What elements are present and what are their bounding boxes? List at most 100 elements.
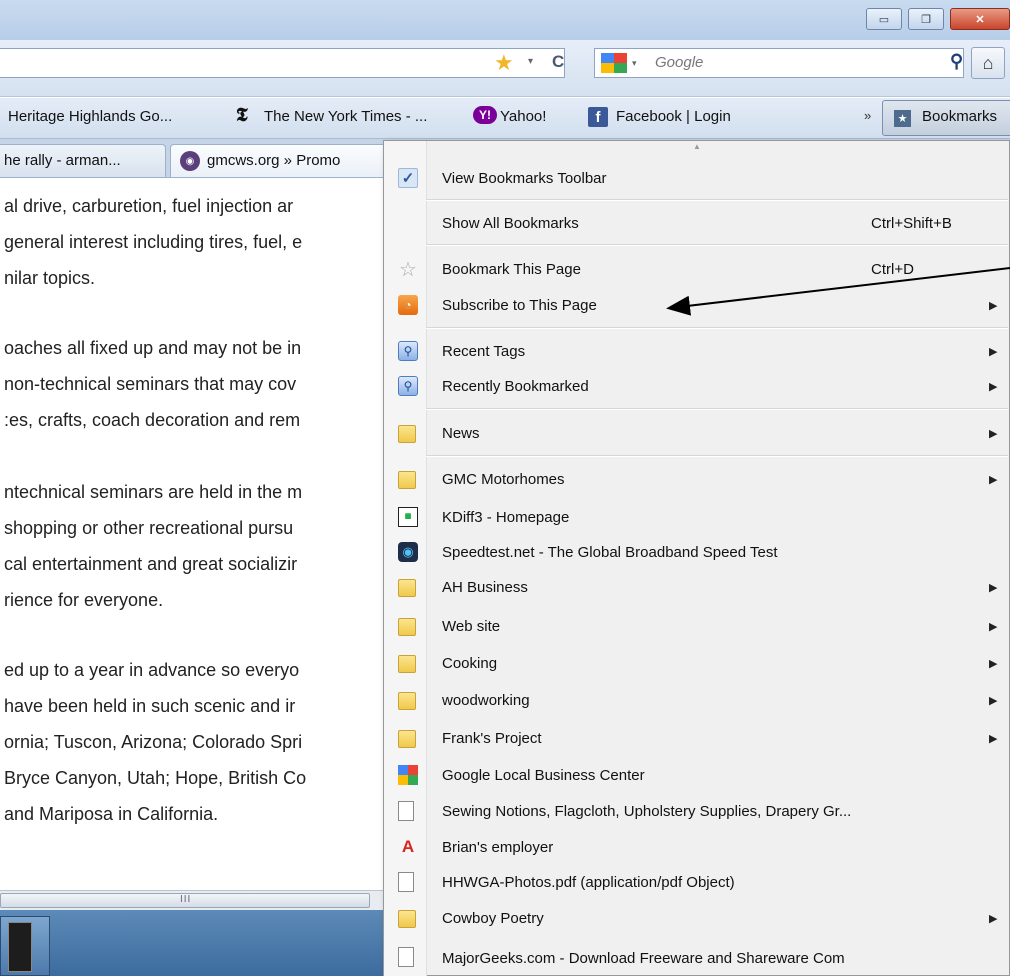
- menu-item-label: Bookmark This Page: [442, 261, 581, 278]
- menu-item-label: KDiff3 - Homepage: [442, 509, 570, 526]
- menu-item-gmc-motorhomes[interactable]: GMC Motorhomes ▶: [384, 462, 1009, 497]
- close-button[interactable]: ✕: [950, 8, 1010, 30]
- content-line: cal entertainment and great socializir: [4, 554, 298, 574]
- menu-separator: [426, 327, 1008, 329]
- page-icon: [398, 801, 414, 821]
- menu-item-google-local[interactable]: Google Local Business Center: [384, 758, 1009, 793]
- menu-item-ah-business[interactable]: AH Business ▶: [384, 570, 1009, 605]
- folder-icon: [398, 471, 416, 489]
- menu-separator: [426, 455, 1008, 457]
- submenu-arrow-icon: ▶: [989, 582, 998, 594]
- bookmark-facebook[interactable]: Facebook | Login: [616, 108, 731, 125]
- submenu-arrow-icon: ▶: [989, 658, 998, 670]
- bookmark-yahoo[interactable]: Yahoo!: [500, 108, 546, 125]
- menu-item-label: Cowboy Poetry: [442, 910, 544, 927]
- tab-gmcws-label: gmcws.org » Promo: [207, 152, 341, 169]
- folder-icon: [398, 910, 416, 928]
- content-line: oaches all fixed up and may not be in: [4, 338, 302, 358]
- menu-item-label: HHWGA-Photos.pdf (application/pdf Object…: [442, 874, 735, 891]
- tag-icon: ⚲: [398, 376, 418, 396]
- check-icon: ✓: [398, 168, 418, 188]
- home-button[interactable]: ⌂: [971, 47, 1005, 79]
- menu-item-label: Frank's Project: [442, 730, 542, 747]
- star-outline-icon: ☆: [399, 258, 417, 281]
- menu-item-news[interactable]: News ▶: [384, 416, 1009, 451]
- content-line: and Mariposa in California.: [4, 804, 219, 824]
- folder-icon: [398, 692, 416, 710]
- menu-item-label: GMC Motorhomes: [442, 471, 565, 488]
- submenu-arrow-icon: ▶: [989, 621, 998, 633]
- menu-item-cowboy-poetry[interactable]: Cowboy Poetry ▶: [384, 901, 1009, 936]
- facebook-icon: f: [588, 107, 608, 127]
- bookmark-new-york-times[interactable]: The New York Times - ...: [264, 108, 427, 125]
- yahoo-icon: Y!: [473, 106, 497, 124]
- content-line: have been held in such scenic and ir: [4, 696, 296, 716]
- window-title-bar: [0, 0, 1010, 40]
- menu-item-franks-project[interactable]: Frank's Project ▶: [384, 721, 1009, 756]
- tab-rally-label: he rally - arman...: [4, 152, 121, 169]
- content-line: shopping or other recreational pursu: [4, 518, 294, 538]
- google-engine-icon[interactable]: [601, 53, 627, 73]
- menu-item-speedtest[interactable]: ◉ Speedtest.net - The Global Broadband S…: [384, 535, 1009, 570]
- menu-separator: [426, 199, 1008, 201]
- submenu-arrow-icon: ▶: [989, 428, 998, 440]
- menu-item-label: MajorGeeks.com - Download Freeware and S…: [442, 950, 845, 967]
- menu-item-label: News: [442, 425, 480, 442]
- bookmark-heritage-highlands[interactable]: Heritage Highlands Go...: [8, 108, 172, 125]
- nyt-logo-icon: 𝕿: [236, 104, 248, 126]
- menu-item-label: woodworking: [442, 692, 530, 709]
- chevron-down-icon[interactable]: ▾: [528, 56, 533, 67]
- bookmark-star-icon[interactable]: ★: [494, 50, 514, 76]
- search-engine-dropdown-icon[interactable]: ▾: [632, 58, 637, 69]
- search-icon[interactable]: ⚲: [950, 51, 963, 72]
- tag-icon: ⚲: [398, 341, 418, 361]
- submenu-arrow-icon: ▶: [989, 733, 998, 745]
- menu-item-label: Google Local Business Center: [442, 767, 645, 784]
- content-line: Bryce Canyon, Utah; Hope, British Co: [4, 768, 307, 788]
- page-icon: [398, 872, 414, 892]
- menu-item-label: Show All Bookmarks: [442, 215, 579, 232]
- menu-item-hhwga-photos[interactable]: HHWGA-Photos.pdf (application/pdf Object…: [384, 865, 1009, 900]
- submenu-arrow-icon: ▶: [989, 695, 998, 707]
- folder-icon: [398, 579, 416, 597]
- menu-item-sewing-notions[interactable]: Sewing Notions, Flagcloth, Upholstery Su…: [384, 794, 1009, 829]
- menu-item-recently-bookmarked[interactable]: ⚲ Recently Bookmarked ▶: [384, 369, 1009, 404]
- menu-item-kdiff3[interactable]: ▦ KDiff3 - Homepage: [384, 500, 1009, 535]
- scrollbar-grip: III: [180, 894, 192, 905]
- menu-item-web-site[interactable]: Web site ▶: [384, 609, 1009, 644]
- annotation-arrow: [666, 267, 1010, 316]
- url-bar[interactable]: [0, 48, 565, 78]
- menu-item-majorgeeks[interactable]: MajorGeeks.com - Download Freeware and S…: [384, 940, 1009, 976]
- menu-item-woodworking[interactable]: woodworking ▶: [384, 683, 1009, 718]
- minimize-button[interactable]: ▭: [866, 8, 902, 30]
- folder-icon: [398, 425, 416, 443]
- menu-item-brians-employer[interactable]: A Brian's employer: [384, 830, 1009, 865]
- search-input[interactable]: [594, 48, 964, 78]
- reload-icon[interactable]: C: [552, 52, 564, 72]
- content-line: general interest including tires, fuel, …: [4, 232, 303, 252]
- submenu-arrow-icon: ▶: [989, 381, 998, 393]
- overflow-chevron-icon[interactable]: »: [864, 108, 871, 123]
- menu-item-label: AH Business: [442, 579, 528, 596]
- menu-item-view-bookmarks-toolbar[interactable]: ✓ View Bookmarks Toolbar: [384, 161, 1009, 196]
- menu-separator: [426, 244, 1008, 246]
- menu-scroll-up-icon[interactable]: ▲: [693, 142, 701, 151]
- folder-icon: [398, 618, 416, 636]
- adobe-icon: A: [401, 837, 415, 856]
- menu-item-recent-tags[interactable]: ⚲ Recent Tags ▶: [384, 334, 1009, 369]
- bookmarks-star-icon: ★: [894, 110, 911, 127]
- menu-item-label: View Bookmarks Toolbar: [442, 170, 607, 187]
- page-icon: [398, 947, 414, 967]
- content-line: ed up to a year in advance so everyo: [4, 660, 300, 680]
- restore-button[interactable]: ❐: [908, 8, 944, 30]
- folder-icon: [398, 730, 416, 748]
- menu-item-cooking[interactable]: Cooking ▶: [384, 646, 1009, 681]
- content-line: nilar topics.: [4, 268, 96, 288]
- site-favicon-icon: ◉: [180, 151, 200, 171]
- google-icon: [398, 765, 418, 785]
- kdiff-icon: ▦: [398, 507, 418, 527]
- menu-item-show-all-bookmarks[interactable]: Show All Bookmarks Ctrl+Shift+B: [384, 206, 1009, 241]
- submenu-arrow-icon: ▶: [989, 474, 998, 486]
- submenu-arrow-icon: ▶: [989, 913, 998, 925]
- menu-item-label: Sewing Notions, Flagcloth, Upholstery Su…: [442, 803, 852, 820]
